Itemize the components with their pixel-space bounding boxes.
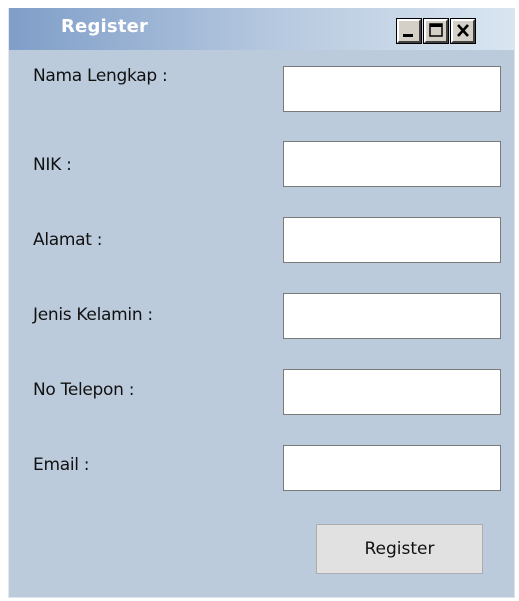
maximize-icon (429, 23, 443, 37)
close-icon (457, 24, 469, 37)
address-input[interactable] (283, 217, 501, 263)
minimize-icon (403, 34, 413, 37)
email-label: Email : (33, 455, 90, 475)
minimize-button[interactable] (396, 18, 422, 44)
register-window: Register Nama Lengkap : NIK : Alamat : J… (8, 8, 515, 598)
full-name-label: Nama Lengkap : (33, 66, 168, 86)
address-label: Alamat : (33, 230, 103, 250)
window-title: Register (61, 16, 149, 37)
phone-label: No Telepon : (33, 380, 135, 400)
close-button[interactable] (450, 18, 476, 44)
nik-input[interactable] (283, 141, 501, 187)
register-button[interactable]: Register (316, 524, 483, 574)
nik-label: NIK : (33, 155, 72, 175)
gender-input[interactable] (283, 293, 501, 339)
full-name-input[interactable] (283, 66, 501, 112)
phone-input[interactable] (283, 369, 501, 415)
gender-label: Jenis Kelamin : (33, 305, 153, 325)
maximize-button[interactable] (423, 18, 449, 44)
email-input[interactable] (283, 445, 501, 491)
title-bar[interactable]: Register (9, 8, 514, 50)
